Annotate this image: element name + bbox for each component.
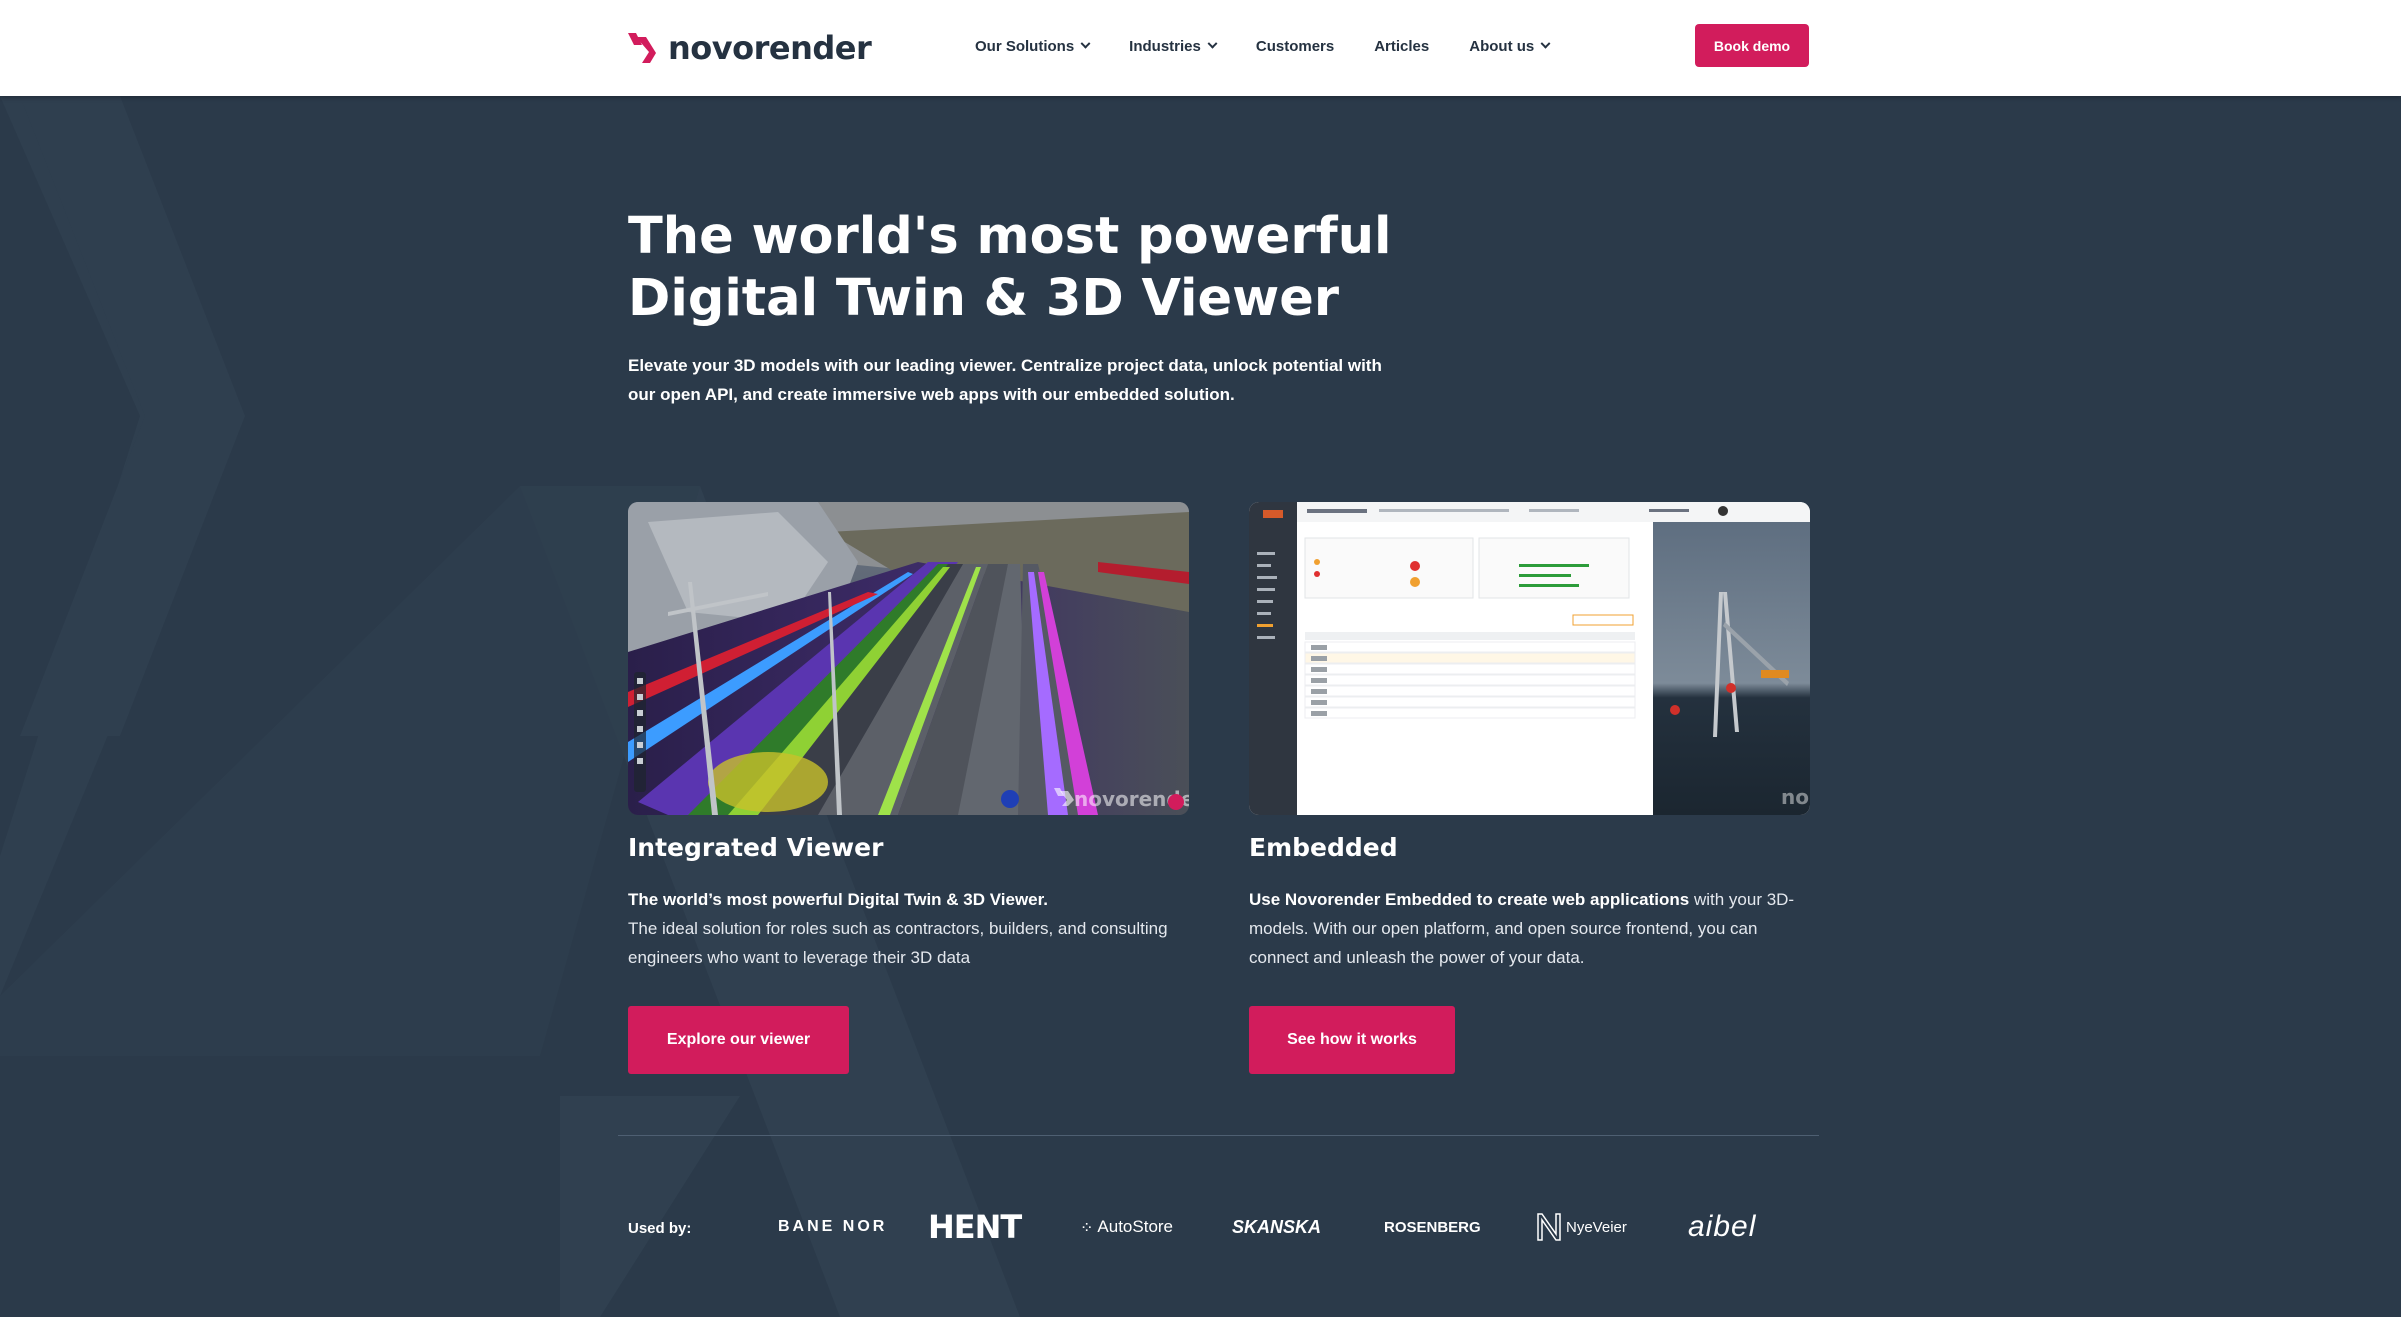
see-how-it-works-button[interactable]: See how it works bbox=[1249, 1006, 1455, 1074]
brand-name: novorender bbox=[668, 29, 872, 67]
nav-item-label: About us bbox=[1469, 37, 1535, 55]
nyeveier-name: NyeVeier bbox=[1566, 1218, 1627, 1236]
main-menu: Our Solutions Industries Customers Artic… bbox=[975, 34, 1589, 58]
used-by-label: Used by: bbox=[628, 1220, 692, 1237]
embedded-app-screenshot[interactable]: no bbox=[1249, 502, 1810, 815]
embedded-description: Use Novorender Embedded to create web ap… bbox=[1249, 885, 1809, 972]
explore-viewer-button[interactable]: Explore our viewer bbox=[628, 1006, 849, 1074]
client-logo-autostore: ⁘ AutoStore bbox=[1080, 1200, 1173, 1254]
client-logo-nyeveier: NyeVeier bbox=[1536, 1200, 1627, 1254]
integrated-viewer-body: The ideal solution for roles such as con… bbox=[628, 919, 1168, 967]
nav-articles[interactable]: Articles bbox=[1374, 34, 1429, 58]
embedded-watermark-text: no bbox=[1781, 785, 1809, 809]
top-navigation-bar: novorender Our Solutions Industries Cust… bbox=[0, 0, 2401, 96]
nav-item-label: Articles bbox=[1374, 37, 1430, 55]
nav-customers[interactable]: Customers bbox=[1256, 34, 1334, 58]
integrated-viewer-title: Integrated Viewer bbox=[628, 833, 884, 862]
hero-title-line-1: The world's most powerful bbox=[628, 207, 1392, 266]
section-divider bbox=[618, 1135, 1819, 1136]
hero-subtitle-line-2: our open API, and create immersive web a… bbox=[628, 385, 1235, 404]
autostore-name: AutoStore bbox=[1097, 1217, 1174, 1236]
nav-about-us[interactable]: About us bbox=[1469, 34, 1551, 58]
brand-logo[interactable]: novorender bbox=[628, 28, 872, 68]
autostore-dots-icon: ⁘ bbox=[1080, 1217, 1093, 1237]
viewer-3d-scene-image: novorender bbox=[628, 502, 1189, 815]
hero-subtitle: Elevate your 3D models with our leading … bbox=[628, 351, 1408, 409]
nav-item-label: Industries bbox=[1129, 37, 1201, 55]
nav-item-label: Customers bbox=[1255, 37, 1335, 55]
client-logo-hent: HENT bbox=[928, 1208, 1022, 1246]
client-logo-skanska: SKANSKA bbox=[1232, 1216, 1322, 1237]
client-logo-aibel: aibel bbox=[1688, 1210, 1757, 1243]
embedded-app-image: no bbox=[1249, 502, 1810, 815]
hero-subtitle-line-1: Elevate your 3D models with our leading … bbox=[628, 356, 1382, 375]
integrated-viewer-screenshot[interactable]: novorender bbox=[628, 502, 1189, 815]
embedded-title: Embedded bbox=[1249, 833, 1398, 862]
nav-our-solutions[interactable]: Our Solutions bbox=[975, 34, 1091, 58]
chevron-down-icon bbox=[1540, 38, 1551, 49]
hero-title-line-2: Digital Twin & 3D Viewer bbox=[628, 269, 1339, 328]
chevron-down-icon bbox=[1080, 38, 1091, 49]
embedded-lead: Use Novorender Embedded to create web ap… bbox=[1249, 890, 1690, 909]
integrated-viewer-description: The world’s most powerful Digital Twin &… bbox=[628, 885, 1188, 972]
integrated-viewer-lead: The world’s most powerful Digital Twin &… bbox=[628, 890, 1049, 909]
book-demo-button[interactable]: Book demo bbox=[1695, 24, 1809, 67]
client-logos: BANE NOR HENT ⁘ AutoStore SKANSKA ROSENB… bbox=[760, 1200, 1820, 1254]
nyeveier-n-icon bbox=[1537, 1213, 1561, 1241]
client-logo-rosenberg: ROSENBERG bbox=[1384, 1218, 1481, 1236]
chevron-down-icon bbox=[1207, 38, 1218, 49]
nav-item-label: Our Solutions bbox=[975, 37, 1075, 55]
client-logo-bane-nor: BANE NOR bbox=[778, 1218, 888, 1235]
hero-title: The world's most powerful Digital Twin &… bbox=[628, 206, 1528, 330]
nav-industries[interactable]: Industries bbox=[1129, 34, 1218, 58]
novorender-logo-icon bbox=[628, 33, 656, 63]
